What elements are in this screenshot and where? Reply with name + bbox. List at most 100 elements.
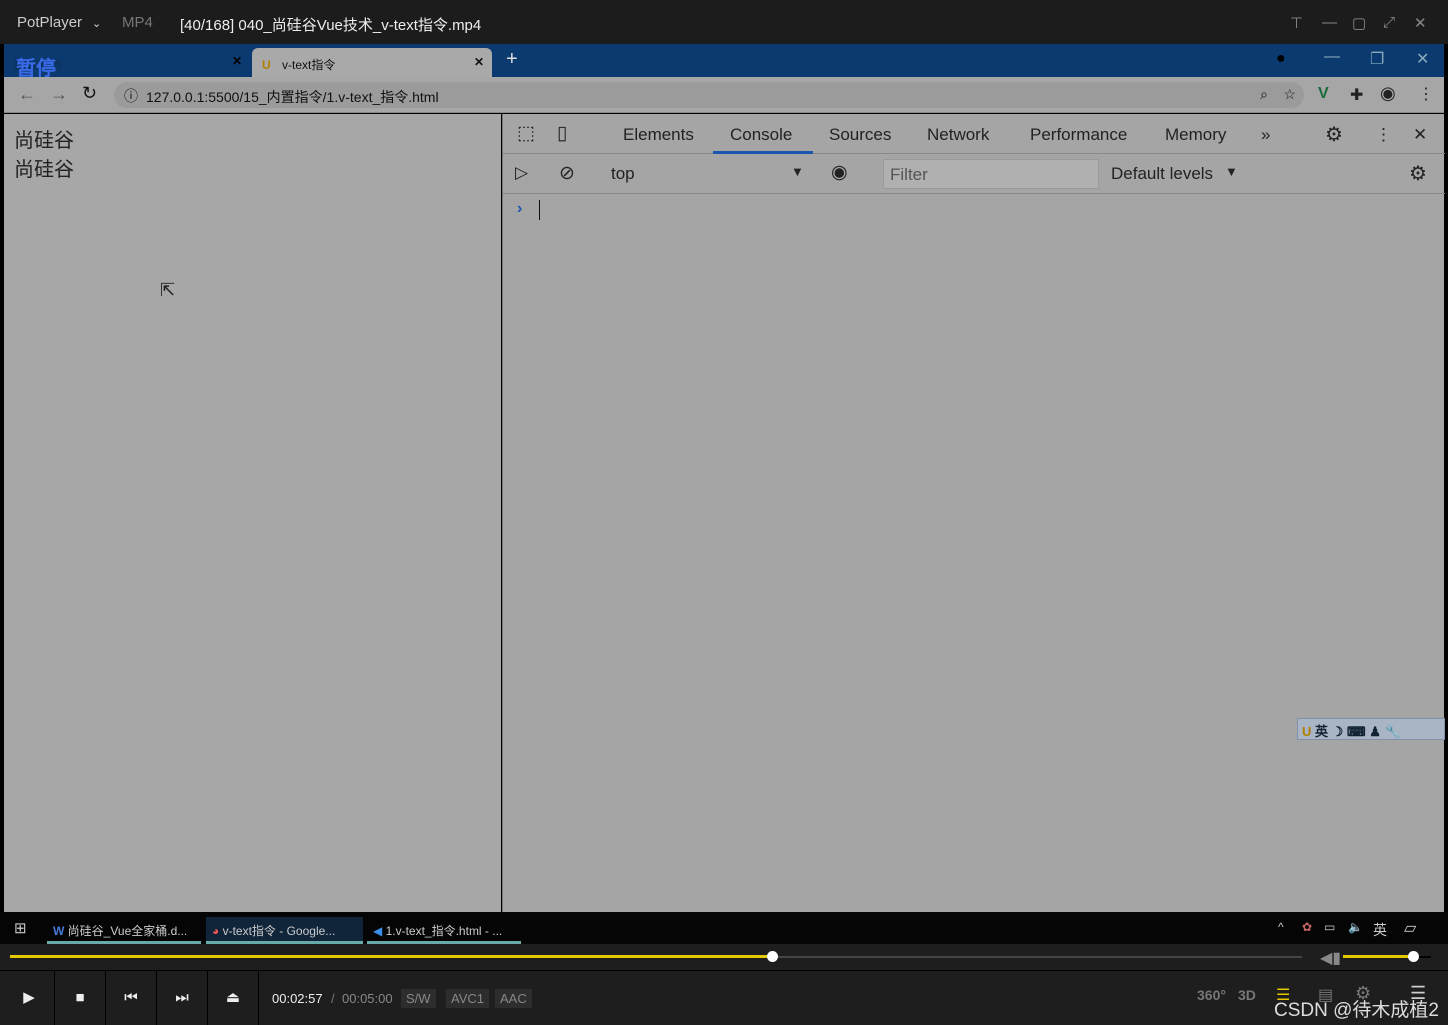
- next-button[interactable]: ⏭: [157, 971, 208, 1025]
- tab-elements[interactable]: Elements: [623, 125, 694, 145]
- levels-dropdown[interactable]: Default levels: [1111, 164, 1213, 184]
- stop-button[interactable]: ■: [55, 971, 106, 1025]
- gear-icon[interactable]: ⚙: [1409, 161, 1427, 186]
- windows-taskbar: ⊞ W 尚硅谷_Vue全家桶.d... ◕ v-text指令 - Google.…: [0, 912, 1448, 944]
- minimize-icon[interactable]: —: [1324, 48, 1340, 66]
- device-toolbar-icon[interactable]: ▯: [557, 122, 567, 145]
- chevron-down-icon[interactable]: ⌄: [92, 17, 101, 30]
- speaker-icon[interactable]: 🔈: [1348, 920, 1363, 934]
- star-icon[interactable]: ☆: [1283, 86, 1296, 103]
- play-button[interactable]: ▶: [4, 971, 55, 1025]
- inspect-icon[interactable]: ⬚: [517, 122, 535, 145]
- badge-sw[interactable]: S/W: [401, 989, 436, 1008]
- profile-icon[interactable]: ◉: [1380, 83, 1396, 104]
- url-input[interactable]: ⓘ 127.0.0.1:5500/15_内置指令/1.v-text_指令.htm…: [114, 82, 1304, 108]
- more-icon[interactable]: ⋮: [1375, 125, 1392, 145]
- close-icon[interactable]: ✕: [232, 54, 242, 68]
- eject-button[interactable]: ⏏: [208, 971, 259, 1025]
- chevron-down-icon[interactable]: ▼: [791, 164, 804, 179]
- player-controls: ▶ ■ ⏮ ⏭ ⏏ 00:02:57 / 00:05:00 S/W AVC1 A…: [0, 970, 1448, 1025]
- tab-console[interactable]: Console: [730, 125, 792, 145]
- tray-app-icon[interactable]: ✿: [1302, 920, 1312, 934]
- close-icon[interactable]: ✕: [1416, 49, 1429, 69]
- vr-360-icon[interactable]: 360°: [1197, 987, 1226, 1003]
- close-icon[interactable]: ✕: [1414, 14, 1427, 32]
- 3d-icon[interactable]: 3D: [1238, 987, 1256, 1003]
- badge-video-codec[interactable]: AVC1: [446, 989, 489, 1008]
- tray-lang[interactable]: 英: [1373, 920, 1387, 940]
- sidebar-toggle-icon[interactable]: ▷: [515, 163, 528, 183]
- previous-button[interactable]: ⏮: [106, 971, 157, 1025]
- battery-icon[interactable]: ▭: [1324, 920, 1335, 934]
- chevron-down-icon[interactable]: ▼: [1225, 164, 1238, 179]
- cursor-icon: ⇱: [160, 280, 176, 300]
- tab-performance[interactable]: Performance: [1030, 125, 1127, 145]
- tab-memory[interactable]: Memory: [1165, 125, 1226, 145]
- info-icon: ⓘ: [124, 88, 138, 104]
- taskbar-item-chrome[interactable]: ◕ v-text指令 - Google...: [206, 917, 363, 944]
- volume-icon[interactable]: ◀▮: [1320, 948, 1341, 968]
- volume-fill: [1343, 955, 1414, 958]
- notification-icon[interactable]: ▱: [1404, 918, 1416, 938]
- filter-input[interactable]: Filter: [883, 159, 1099, 189]
- tab-sources[interactable]: Sources: [829, 125, 891, 145]
- time-current: 00:02:57: [272, 991, 323, 1006]
- vscode-icon: ◀: [373, 924, 383, 938]
- devtools: ⬚ ▯ Elements Console Sources Network Per…: [502, 114, 1445, 912]
- word-icon: W: [53, 924, 65, 938]
- seek-bar[interactable]: ◀▮: [0, 944, 1448, 970]
- vue-favicon-icon: U: [262, 58, 271, 72]
- chrome-icon: ◕: [212, 924, 220, 938]
- console-toolbar: ▷ ⊘ top ▼ ◉ Filter Default levels ▼ ⚙: [503, 154, 1445, 194]
- ime-lang[interactable]: 英: [1315, 724, 1328, 739]
- close-icon[interactable]: ✕: [1413, 125, 1427, 145]
- eye-icon[interactable]: ◉: [831, 161, 848, 184]
- reload-icon[interactable]: ↻: [82, 83, 97, 104]
- vue-devtools-icon[interactable]: V: [1318, 85, 1329, 103]
- maximize-icon[interactable]: ▢: [1352, 14, 1366, 32]
- more-tabs-icon[interactable]: »: [1261, 125, 1270, 145]
- format-label: MP4: [122, 14, 153, 31]
- zoom-icon[interactable]: ⌕: [1260, 86, 1268, 103]
- text-line: 尚硅谷: [14, 159, 74, 181]
- back-icon[interactable]: ←: [18, 84, 36, 105]
- volume-handle[interactable]: [1408, 951, 1420, 962]
- menu-icon[interactable]: ⋮: [1418, 84, 1434, 104]
- taskbar-label: v-text指令 - Google...: [222, 924, 336, 938]
- badge-audio-codec[interactable]: AAC: [495, 989, 532, 1008]
- devtools-tabs: ⬚ ▯ Elements Console Sources Network Per…: [503, 114, 1445, 154]
- console-input[interactable]: [539, 200, 540, 220]
- time-separator: /: [331, 991, 335, 1006]
- ime-toolbar[interactable]: U 英 ☽ ⌨ ♟ 🔧: [1297, 718, 1445, 740]
- taskbar-label: 1.v-text_指令.html - ...: [385, 924, 503, 938]
- time-total: 00:05:00: [342, 991, 393, 1006]
- url-text: 127.0.0.1:5500/15_内置指令/1.v-text_指令.html: [146, 89, 439, 105]
- address-bar-row: ← → ↻ ⓘ 127.0.0.1:5500/15_内置指令/1.v-text_…: [4, 77, 1444, 113]
- ime-logo-icon: U: [1302, 724, 1312, 739]
- tab-network[interactable]: Network: [927, 125, 989, 145]
- tab-v-text[interactable]: U v-text指令 ✕: [252, 48, 492, 77]
- taskbar-item-word[interactable]: W 尚硅谷_Vue全家桶.d...: [47, 917, 201, 944]
- tray-chevron-icon[interactable]: ^: [1278, 920, 1284, 934]
- tab-label: v-text指令: [282, 58, 336, 72]
- new-tab-button[interactable]: +: [506, 48, 518, 71]
- watermark: CSDN @待木成植2: [1274, 1000, 1439, 1021]
- seek-handle[interactable]: [767, 951, 779, 962]
- windows-start-icon[interactable]: ⊞: [14, 919, 27, 937]
- context-select[interactable]: top: [611, 164, 635, 184]
- clear-console-icon[interactable]: ⊘: [559, 162, 575, 185]
- fullscreen-icon[interactable]: ⤢: [1383, 14, 1395, 31]
- record-icon[interactable]: ●: [1276, 50, 1286, 68]
- app-menu[interactable]: PotPlayer: [17, 14, 82, 31]
- extensions-icon[interactable]: ✚: [1350, 85, 1363, 105]
- restore-icon[interactable]: ❐: [1370, 49, 1384, 69]
- close-icon[interactable]: ✕: [474, 55, 484, 69]
- forward-icon[interactable]: →: [50, 84, 68, 105]
- taskbar-item-vscode[interactable]: ◀ 1.v-text_指令.html - ...: [367, 917, 521, 944]
- minimize-icon[interactable]: —: [1322, 14, 1337, 31]
- text-line: 尚硅谷: [14, 130, 74, 152]
- pin-icon[interactable]: ⊤: [1290, 14, 1303, 32]
- browser-tabbar: 新标签页 ✕ 暂停 U v-text指令 ✕ + ● — ❐ ✕: [4, 44, 1444, 80]
- prompt-icon: ›: [517, 200, 523, 217]
- gear-icon[interactable]: ⚙: [1325, 122, 1343, 147]
